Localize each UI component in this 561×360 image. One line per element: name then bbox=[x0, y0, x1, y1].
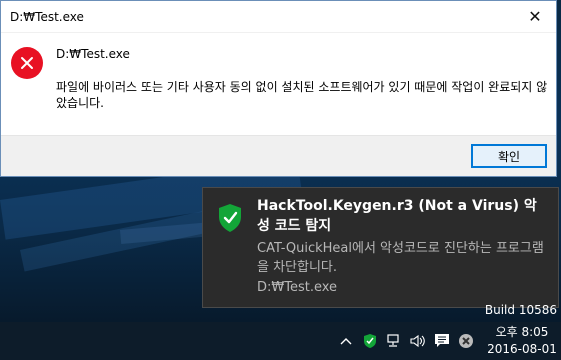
chevron-up-icon[interactable] bbox=[335, 330, 357, 352]
message-body: 파일에 바이러스 또는 기타 사용자 동의 없이 설치된 소프트웨어가 있기 때… bbox=[56, 80, 548, 110]
shield-check-icon bbox=[217, 203, 243, 233]
dialog-titlebar[interactable]: D:₩Test.exe ✕ bbox=[1, 1, 556, 33]
security-notification[interactable]: HackTool.Keygen.r3 (Not a Virus) 악성 코드 탐… bbox=[202, 187, 559, 308]
error-x-icon bbox=[11, 47, 43, 79]
shield-icon[interactable] bbox=[359, 330, 381, 352]
close-button[interactable]: ✕ bbox=[520, 2, 550, 32]
notification-title: HackTool.Keygen.r3 (Not a Virus) 악성 코드 탐… bbox=[257, 198, 537, 234]
dialog-content: D:₩Test.exe 파일에 바이러스 또는 기타 사용자 동의 없이 설치된… bbox=[1, 33, 556, 136]
clock-date: 2016-08-01 bbox=[487, 342, 557, 356]
system-tray: 오후 8:05 2016-08-01 bbox=[335, 322, 561, 360]
error-dialog: D:₩Test.exe ✕ D:₩Test.exe 파일에 바이러스 또는 기타… bbox=[0, 0, 557, 177]
notification-body: CAT-QuickHeal에서 악성코드로 진단하는 프로그램을 차단합니다. bbox=[257, 241, 544, 275]
clock-time: 오후 8:05 bbox=[495, 325, 549, 339]
taskbar: 오후 8:05 2016-08-01 bbox=[0, 322, 561, 360]
taskbar-clock[interactable]: 오후 8:05 2016-08-01 bbox=[483, 324, 561, 358]
dialog-footer: 확인 bbox=[1, 135, 556, 176]
volume-icon[interactable] bbox=[407, 330, 429, 352]
quickheal-icon[interactable] bbox=[455, 330, 477, 352]
build-watermark: Build 10586 bbox=[484, 303, 557, 317]
dialog-title: D:₩Test.exe bbox=[10, 9, 84, 24]
message-title: D:₩Test.exe bbox=[56, 47, 130, 61]
ok-button[interactable]: 확인 bbox=[471, 144, 547, 168]
close-icon: ✕ bbox=[528, 7, 542, 26]
notification-icon[interactable] bbox=[431, 330, 453, 352]
network-icon[interactable] bbox=[383, 330, 405, 352]
notification-file: D:₩Test.exe bbox=[257, 280, 338, 295]
